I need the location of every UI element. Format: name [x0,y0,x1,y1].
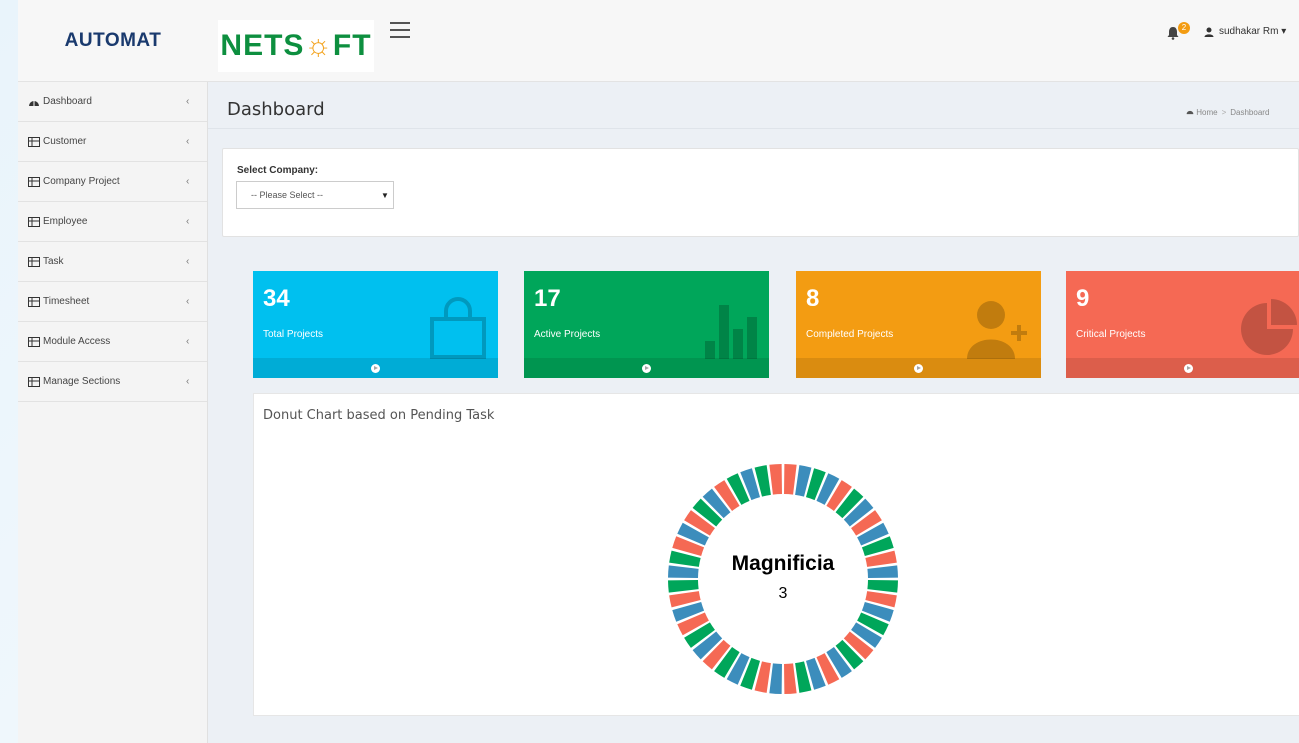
breadcrumb-home-link[interactable]: Home [1196,108,1217,117]
notifications-button[interactable]: 2 [1166,22,1196,44]
breadcrumb: Home > Dashboard [1186,108,1269,117]
user-name: sudhakar Rm ▾ [1219,26,1287,37]
arrow-circle-right-icon [914,363,923,373]
chevron-left-icon: ‹ [186,376,190,387]
chevron-left-icon: ‹ [186,296,190,307]
sidebar-item-manage-sections[interactable]: Manage Sections ‹ [18,362,207,402]
logo-sun-icon: ☼ [304,29,333,62]
stat-value: 17 [534,285,561,312]
sidebar-item-label: Manage Sections [43,376,121,387]
donut-chart[interactable]: Magnificia 3 [254,394,1299,715]
sidebar-item-customer[interactable]: Customer ‹ [18,122,207,162]
logo-text-left: NETS [220,29,305,62]
sidebar-item-label: Timesheet [43,296,90,307]
sidebar-item-label: Employee [43,216,88,227]
more-info-link[interactable] [524,358,769,378]
donut-segment[interactable] [769,464,782,495]
user-menu[interactable]: sudhakar Rm ▾ [1204,26,1286,37]
user-plus-icon [967,301,1027,359]
stat-label: Active Projects [534,329,601,340]
sidebar: Dashboard ‹ Customer ‹ Company Project ‹… [18,82,208,743]
donut-segment[interactable] [867,565,898,578]
more-info-link[interactable] [253,358,498,378]
chevron-left-icon: ‹ [186,336,190,347]
company-filter-panel: Select Company: -- Please Select -- ▼ [222,148,1299,237]
stat-card-completed-projects: 8 Completed Projects [796,271,1041,378]
arrow-circle-right-icon [1184,363,1193,373]
user-icon [1204,27,1214,37]
netsoft-logo: NETS ☼ FT [218,20,374,72]
donut-segment[interactable] [668,580,699,593]
company-select[interactable]: -- Please Select -- ▼ [236,181,394,209]
stat-value: 9 [1076,285,1090,312]
pie-chart-icon [1241,299,1297,355]
more-info-link[interactable] [796,358,1041,378]
donut-segment[interactable] [668,565,699,578]
bar-chart-icon [705,305,757,359]
top-header: AUTOMAT NETS ☼ FT 2 sudhakar Rm ▾ [18,0,1299,82]
caret-down-icon: ▼ [381,191,389,200]
stat-card-critical-projects: 9 Critical Projects [1066,271,1299,378]
table-icon [28,296,40,307]
arrow-circle-right-icon [642,363,651,373]
chevron-left-icon: ‹ [186,256,190,267]
table-icon [28,256,40,267]
table-icon [28,336,40,347]
arrow-circle-right-icon [371,363,380,373]
table-icon [28,136,40,147]
chevron-left-icon: ‹ [186,216,190,227]
sidebar-item-company-project[interactable]: Company Project ‹ [18,162,207,202]
stat-label: Total Projects [263,329,324,340]
app-window: AUTOMAT NETS ☼ FT 2 sudhakar Rm ▾ Dashboar… [18,0,1299,743]
shopping-bag-icon [430,297,486,359]
chevron-left-icon: ‹ [186,96,190,107]
sidebar-item-employee[interactable]: Employee ‹ [18,202,207,242]
brand-name[interactable]: AUTOMAT [18,0,208,82]
chevron-left-icon: ‹ [186,136,190,147]
notification-badge: 2 [1178,22,1190,34]
table-icon [28,216,40,227]
sidebar-item-label: Customer [43,136,87,147]
dashboard-icon [1186,110,1194,115]
donut-segment[interactable] [769,663,782,694]
company-select-value: -- Please Select -- [251,190,324,200]
sidebar-item-module-access[interactable]: Module Access ‹ [18,322,207,362]
donut-chart-panel: Donut Chart based on Pending Task Magnif… [253,393,1299,716]
donut-segments [668,464,898,694]
logo-text-right: FT [332,29,372,62]
more-info-link[interactable] [1066,358,1299,378]
sidebar-item-dashboard[interactable]: Dashboard ‹ [18,82,207,122]
table-icon [28,176,40,187]
breadcrumb-current: Dashboard [1230,108,1270,117]
chevron-left-icon: ‹ [186,176,190,187]
stat-value: 8 [806,285,820,312]
select-company-label: Select Company: [237,165,319,176]
sidebar-item-task[interactable]: Task ‹ [18,242,207,282]
dashboard-icon [29,100,39,106]
main-content: Dashboard Home > Dashboard Select Company:… [208,82,1299,743]
donut-center-label: Magnificia [732,552,835,575]
sidebar-item-label: Task [43,256,64,267]
stat-card-active-projects: 17 Active Projects [524,271,769,378]
page-title: Dashboard [227,99,325,120]
sidebar-item-label: Module Access [43,336,111,347]
donut-center-value: 3 [779,585,788,602]
title-divider [208,128,1299,129]
donut-segment[interactable] [784,464,797,495]
sidebar-item-label: Company Project [43,176,120,187]
donut-segment[interactable] [784,663,797,694]
stat-label: Critical Projects [1076,329,1146,340]
breadcrumb-separator: > [1221,108,1227,117]
donut-segment[interactable] [867,580,898,593]
sidebar-item-label: Dashboard [43,96,92,107]
stat-card-total-projects: 34 Total Projects [253,271,498,378]
stat-value: 34 [263,285,290,312]
stat-label: Completed Projects [806,329,894,340]
menu-toggle-icon[interactable] [390,22,410,38]
table-icon [28,376,40,387]
sidebar-item-timesheet[interactable]: Timesheet ‹ [18,282,207,322]
